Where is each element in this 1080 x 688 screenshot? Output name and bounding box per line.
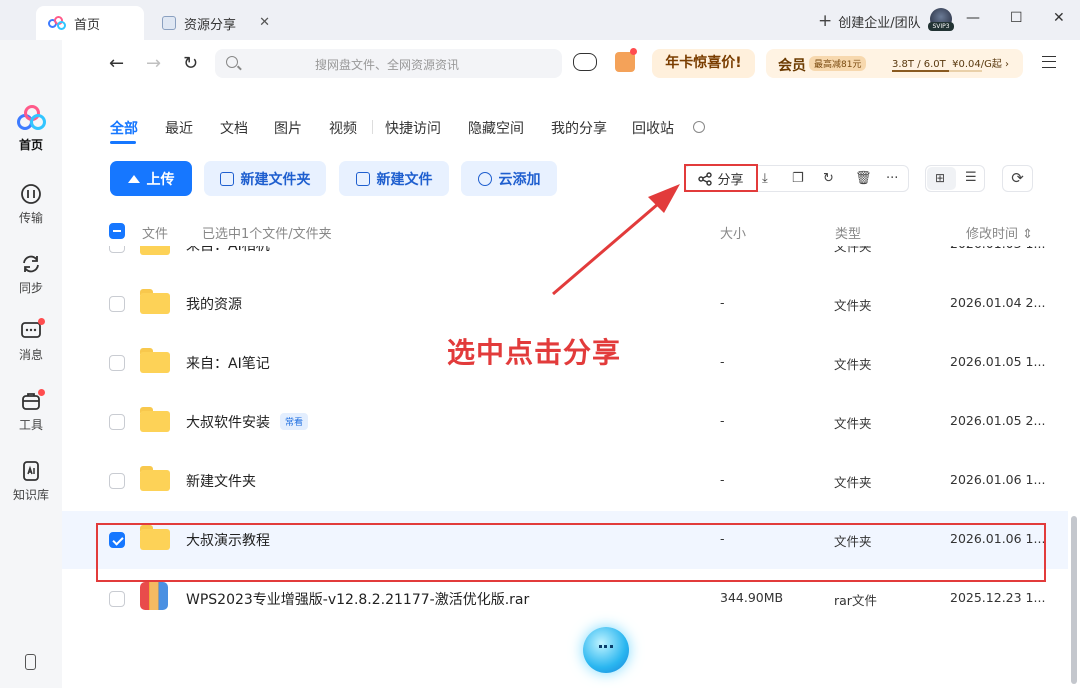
ai-assistant-icon[interactable] <box>583 627 629 673</box>
annotation-text: 选中点击分享 <box>447 336 622 369</box>
